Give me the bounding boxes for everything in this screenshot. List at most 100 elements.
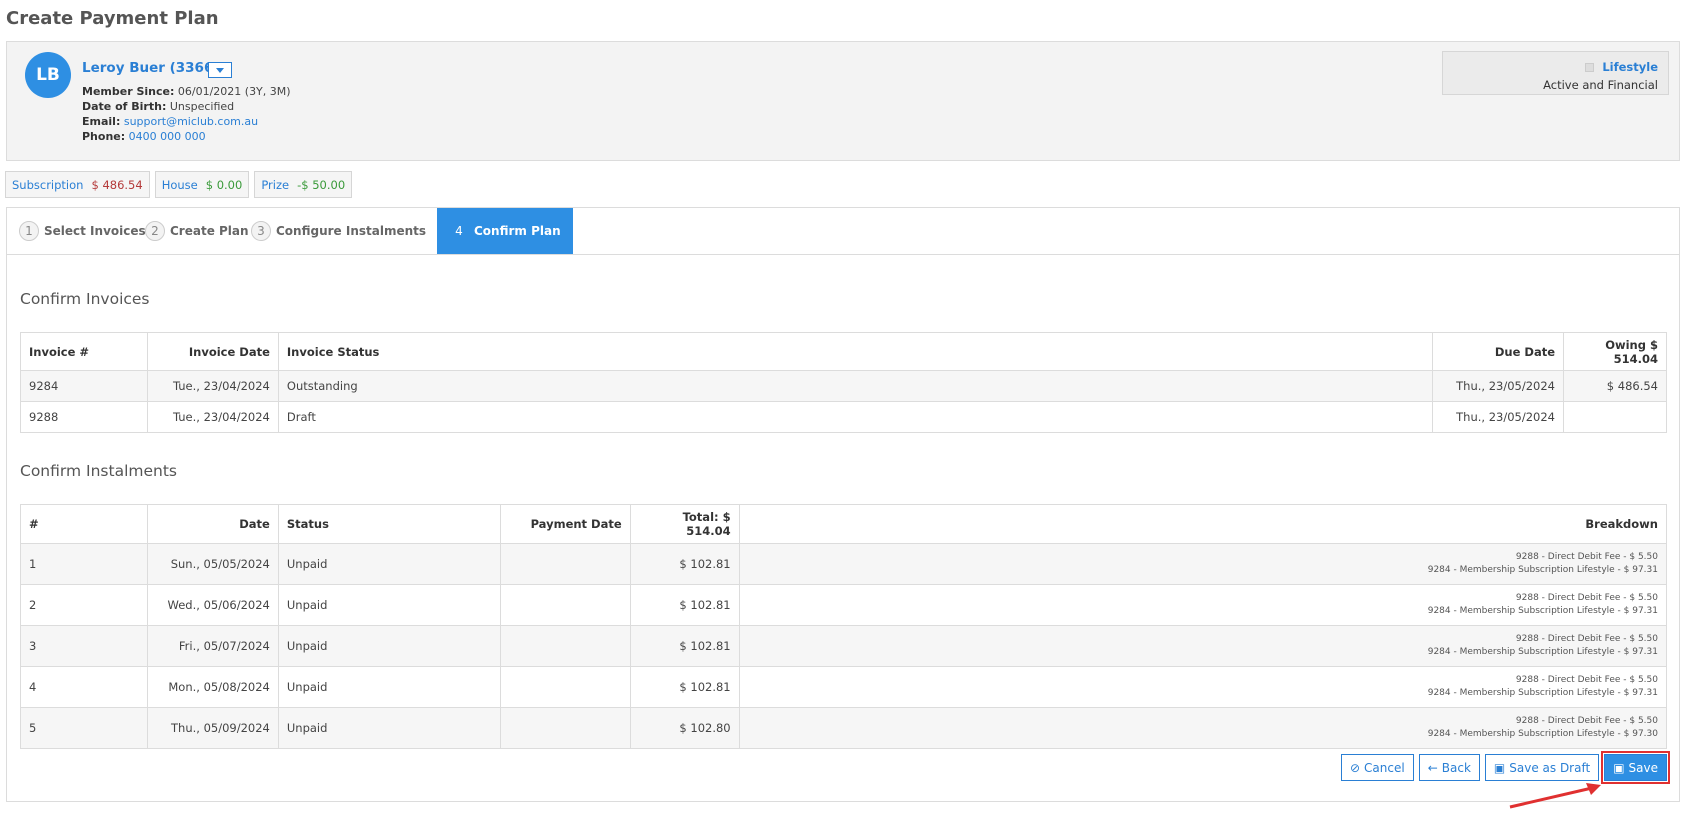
email-label: Email: — [82, 115, 121, 128]
breakdown-line: 9284 - Membership Subscription Lifestyle… — [1427, 565, 1658, 575]
instalment-total: $ 102.81 — [629, 543, 740, 585]
balance-subscription[interactable]: Subscription $ 486.54 — [5, 171, 150, 198]
breakdown-line: 9288 - Direct Debit Fee - $ 5.50 — [1515, 552, 1658, 562]
member-since-value: 06/01/2021 (3Y, 3M) — [177, 85, 291, 98]
table-row: 2 Wed., 05/06/2024 Unpaid $ 102.81 9288 … — [20, 584, 1668, 626]
instalment-date: Sun., 05/05/2024 — [146, 543, 279, 585]
balance-house[interactable]: House $ 0.00 — [154, 171, 250, 198]
breakdown-line: 9288 - Direct Debit Fee - $ 5.50 — [1515, 634, 1658, 644]
pointer-arrow-annotation — [1509, 783, 1601, 809]
invoice-status: Outstanding — [277, 370, 1434, 402]
step-label: Create Plan — [170, 224, 249, 238]
balance-label: House — [161, 177, 198, 192]
instalment-number: 4 — [20, 666, 148, 708]
table-row: 1 Sun., 05/05/2024 Unpaid $ 102.81 9288 … — [20, 543, 1668, 585]
instalment-date: Fri., 05/07/2024 — [146, 625, 279, 667]
instalment-status: Unpaid — [277, 707, 501, 749]
invoice-due-date: Thu., 23/05/2024 — [1432, 401, 1564, 433]
col-invoice-date[interactable]: Invoice Date — [146, 332, 279, 371]
dob-label: Date of Birth: — [82, 100, 167, 113]
table-row: 9288 Tue., 23/04/2024 Draft Thu., 23/05/… — [20, 401, 1667, 433]
step-label: Confirm Plan — [474, 224, 561, 238]
step-label: Configure Instalments — [276, 224, 427, 238]
breakdown-line: 9284 - Membership Subscription Lifestyle… — [1427, 729, 1658, 739]
balance-prize[interactable]: Prize -$ 50.00 — [254, 171, 353, 198]
instalment-breakdown: 9288 - Direct Debit Fee - $ 5.50 9284 - M… — [738, 543, 1668, 585]
breakdown-line: 9288 - Direct Debit Fee - $ 5.50 — [1515, 593, 1658, 603]
breakdown-line: 9288 - Direct Debit Fee - $ 5.50 — [1515, 716, 1658, 726]
instalment-breakdown: 9288 - Direct Debit Fee - $ 5.50 9284 - M… — [738, 625, 1668, 667]
instalment-date: Wed., 05/06/2024 — [146, 584, 279, 626]
invoice-owing — [1563, 401, 1667, 433]
invoice-owing: $ 486.54 — [1563, 370, 1667, 402]
phone-link[interactable]: 0400 000 000 — [129, 130, 206, 143]
instalment-number: 1 — [20, 543, 148, 585]
col-invoice-number[interactable]: Invoice # — [20, 332, 148, 371]
col-payment-date[interactable]: Payment Date — [499, 504, 631, 544]
save-as-draft-button[interactable]: ▣ Save as Draft — [1484, 754, 1600, 781]
col-due-date[interactable]: Due Date — [1432, 332, 1564, 371]
instalment-total: $ 102.81 — [629, 666, 740, 708]
member-dropdown-button[interactable] — [208, 62, 232, 78]
instalment-status: Unpaid — [277, 543, 501, 585]
instalment-payment-date — [499, 666, 631, 708]
membership-type-link[interactable]: Lifestyle — [1602, 60, 1658, 74]
breakdown-line: 9288 - Direct Debit Fee - $ 5.50 — [1515, 675, 1658, 685]
instalment-payment-date — [499, 543, 631, 585]
page-title: Create Payment Plan — [6, 8, 219, 29]
balance-value: -$ 50.00 — [297, 177, 346, 192]
member-since-label: Member Since: — [82, 85, 175, 98]
col-instalment-number[interactable]: # — [20, 504, 148, 544]
membership-checkbox — [1585, 63, 1595, 72]
col-invoice-status[interactable]: Invoice Status — [277, 332, 1434, 371]
avatar: LB — [25, 52, 71, 98]
col-owing[interactable]: Owing $ 514.04 — [1563, 332, 1667, 371]
back-button[interactable]: ← Back — [1418, 754, 1480, 781]
ban-icon: ⊘ — [1349, 760, 1361, 775]
membership-status: Active and Financial — [1543, 78, 1658, 92]
step-number: 4 — [455, 224, 463, 238]
balance-value: $ 486.54 — [91, 177, 143, 192]
step-configure-instalments[interactable]: 3 Configure Instalments — [239, 208, 426, 254]
instalment-breakdown: 9288 - Direct Debit Fee - $ 5.50 9284 - M… — [738, 584, 1668, 626]
arrow-left-icon: ← — [1427, 760, 1438, 775]
step-select-invoices[interactable]: 1 Select Invoices — [7, 208, 146, 254]
confirm-instalments-title: Confirm Instalments — [20, 462, 177, 480]
invoice-date: Tue., 23/04/2024 — [146, 401, 279, 433]
instalment-breakdown: 9288 - Direct Debit Fee - $ 5.50 9284 - M… — [738, 707, 1668, 749]
dob-value: Unspecified — [169, 100, 235, 113]
step-number: 3 — [251, 221, 271, 241]
balance-label: Prize — [261, 177, 290, 192]
col-date[interactable]: Date — [146, 504, 279, 544]
table-row: 5 Thu., 05/09/2024 Unpaid $ 102.80 9288 … — [20, 707, 1668, 749]
phone-label: Phone: — [82, 130, 126, 143]
instalment-number: 5 — [20, 707, 148, 749]
email-link[interactable]: support@miclub.com.au — [124, 115, 258, 128]
wizard-panel: 1 Select Invoices 2 Create Plan 3 Config… — [6, 207, 1680, 802]
floppy-disk-icon: ▣ — [1493, 760, 1506, 775]
instalment-payment-date — [499, 625, 631, 667]
step-confirm-plan[interactable]: 4 Confirm Plan — [437, 208, 573, 254]
col-total[interactable]: Total: $ 514.04 — [629, 504, 740, 544]
confirm-invoices-title: Confirm Invoices — [20, 290, 150, 308]
invoice-due-date: Thu., 23/05/2024 — [1432, 370, 1564, 402]
floppy-disk-icon: ▣ — [1613, 760, 1625, 775]
col-status[interactable]: Status — [277, 504, 501, 544]
step-label: Select Invoices — [44, 224, 146, 238]
table-row: 4 Mon., 05/08/2024 Unpaid $ 102.81 9288 … — [20, 666, 1668, 708]
cancel-button[interactable]: ⊘ Cancel — [1340, 754, 1414, 781]
breakdown-line: 9284 - Membership Subscription Lifestyle… — [1427, 606, 1658, 616]
caret-down-icon — [216, 67, 224, 73]
save-button[interactable]: ▣ Save — [1601, 751, 1670, 784]
step-create-plan[interactable]: 2 Create Plan — [133, 208, 249, 254]
instalment-total: $ 102.81 — [629, 584, 740, 626]
member-name-link[interactable]: Leroy Buer (3366) — [82, 60, 220, 76]
col-breakdown[interactable]: Breakdown — [738, 504, 1668, 544]
breakdown-line: 9284 - Membership Subscription Lifestyle… — [1427, 688, 1658, 698]
invoice-number: 9288 — [20, 401, 148, 433]
save-as-draft-label: Save as Draft — [1509, 760, 1591, 775]
instalment-date: Thu., 05/09/2024 — [146, 707, 279, 749]
table-row: 9284 Tue., 23/04/2024 Outstanding Thu., … — [20, 370, 1667, 402]
instalments-table: # Date Status Payment Date Total: $ 514.… — [20, 504, 1668, 749]
action-buttons: ⊘ Cancel ← Back ▣ Save as Draft ▣ Save — [1340, 751, 1670, 784]
